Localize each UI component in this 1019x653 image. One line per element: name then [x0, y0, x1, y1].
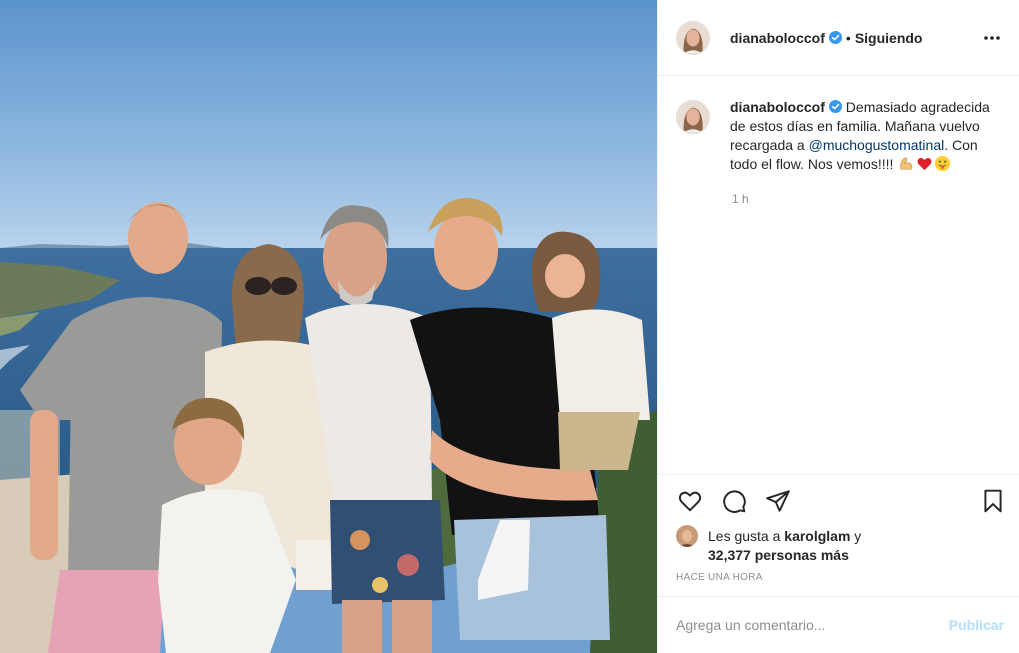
- publish-button[interactable]: Publicar: [949, 617, 1004, 633]
- bookmark-icon: [984, 489, 1002, 513]
- flexed-biceps-emoji: [900, 157, 913, 170]
- liker-avatar-image: [676, 525, 698, 547]
- liker-avatar[interactable]: [676, 525, 698, 547]
- likes-prefix: Les gusta a: [708, 528, 785, 544]
- red-heart-emoji: [917, 158, 932, 171]
- comments-section: dianaboloccof Demasiado agradecida de es…: [658, 76, 1019, 474]
- action-icons: [676, 475, 1004, 527]
- more-options-button[interactable]: [980, 26, 1004, 50]
- caption-mention[interactable]: @muchogustomatinal: [809, 137, 945, 153]
- comment-button[interactable]: [720, 487, 748, 515]
- caption-username[interactable]: dianaboloccof: [730, 99, 825, 115]
- verified-badge-icon: [828, 100, 842, 113]
- following-button[interactable]: Siguiendo: [855, 30, 923, 46]
- avatar-image: [677, 101, 709, 133]
- like-button[interactable]: [676, 487, 704, 515]
- caption-text: dianaboloccof Demasiado agradecida de es…: [730, 98, 990, 174]
- add-comment-form: Publicar: [658, 596, 1019, 653]
- comment-icon: [723, 490, 746, 513]
- header-username[interactable]: dianaboloccof: [730, 30, 825, 46]
- post-sidebar: dianaboloccof • Siguiendo dianaboloccof …: [657, 0, 1019, 653]
- tongue-face-emoji: [935, 155, 951, 172]
- save-button[interactable]: [979, 487, 1007, 515]
- more-horizontal-icon: [984, 35, 1000, 40]
- likes-joiner: y: [850, 528, 862, 544]
- liker-username[interactable]: karolglam: [784, 528, 850, 544]
- likes-summary: Les gusta a karolglam y 32,377 personas …: [676, 525, 1004, 565]
- post-header: dianaboloccof • Siguiendo: [658, 0, 1019, 76]
- caption-time: 1 h: [732, 192, 749, 206]
- send-icon: [766, 490, 790, 512]
- action-bar: Les gusta a karolglam y 32,377 personas …: [658, 474, 1019, 596]
- share-button[interactable]: [764, 487, 792, 515]
- heart-icon: [678, 491, 702, 512]
- likes-text: Les gusta a karolglam y 32,377 personas …: [708, 527, 861, 565]
- likes-count[interactable]: 32,377 personas más: [708, 547, 849, 563]
- caption-avatar[interactable]: [676, 100, 710, 134]
- family-photo-image: [0, 0, 657, 653]
- header-separator: •: [845, 29, 851, 46]
- verified-badge-icon: [828, 31, 842, 44]
- avatar[interactable]: [676, 20, 710, 55]
- post-photo[interactable]: [0, 0, 657, 653]
- comment-input[interactable]: [676, 617, 949, 633]
- avatar-image: [677, 21, 709, 54]
- caption: dianaboloccof Demasiado agradecida de es…: [676, 98, 1004, 174]
- post-timestamp[interactable]: HACE UNA HORA: [676, 572, 1004, 583]
